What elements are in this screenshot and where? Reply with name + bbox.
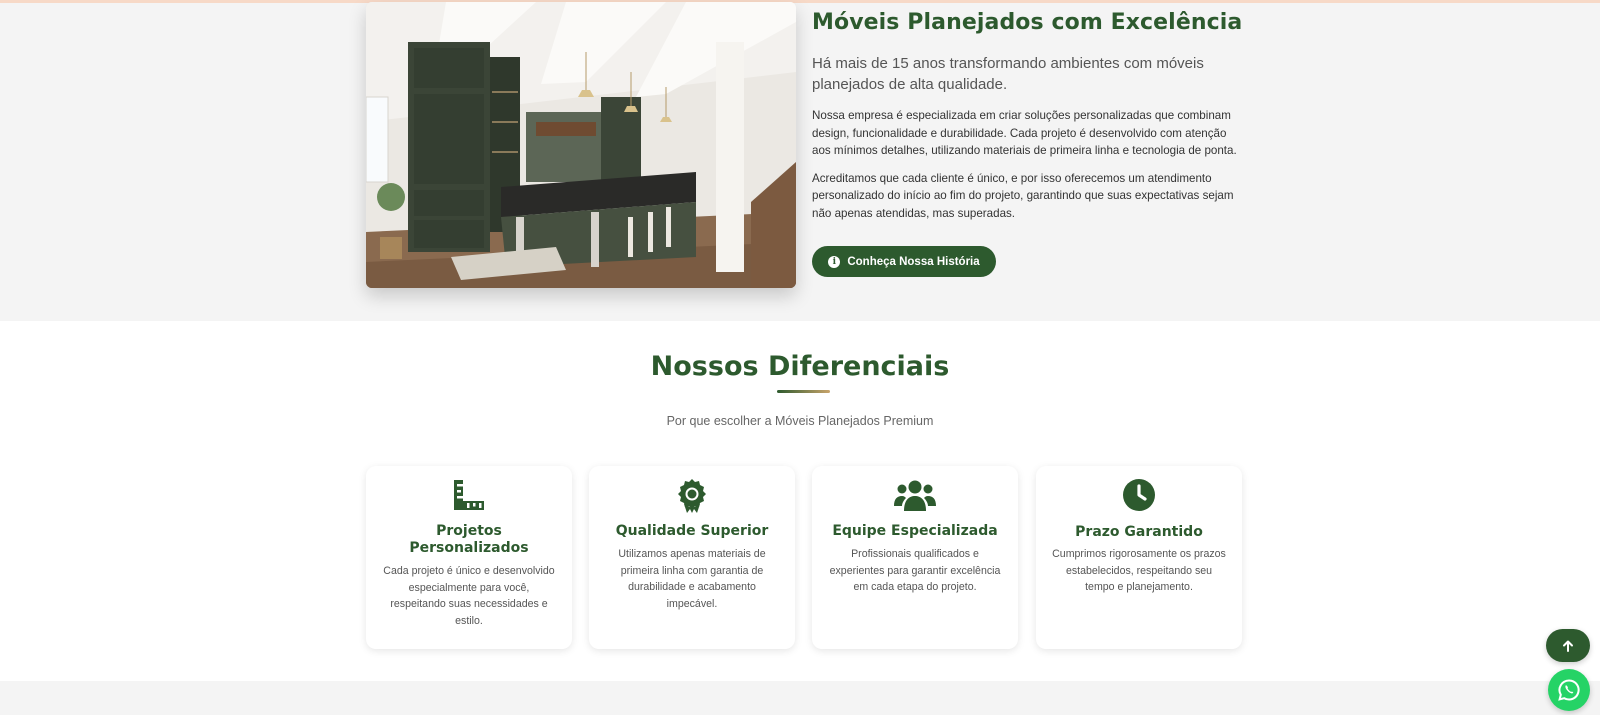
clock-icon <box>1123 479 1155 511</box>
ruler-combined-icon <box>454 480 484 510</box>
history-button[interactable]: i Conheça Nossa História <box>812 246 996 277</box>
history-button-label: Conheça Nossa História <box>847 255 980 268</box>
feature-card-quality: Qualidade Superior Utilizamos apenas mat… <box>589 466 795 649</box>
whatsapp-icon <box>1558 679 1580 701</box>
award-icon <box>678 479 706 513</box>
feature-title: Equipe Especializada <box>832 523 998 539</box>
header-bottom-edge <box>0 0 1600 3</box>
features-section: Nossos Diferenciais Por que escolher a M… <box>0 321 1600 681</box>
about-title: Móveis Planejados com Excelência <box>812 10 1243 35</box>
about-text: Móveis Planejados com Excelência Há mais… <box>812 10 1244 222</box>
about-lead: Há mais de 15 anos transformando ambient… <box>812 55 1204 93</box>
feature-card-deadline: Prazo Garantido Cumprimos rigorosamente … <box>1036 466 1242 649</box>
about-paragraph-1: Nossa empresa é especializada em criar s… <box>812 109 1237 157</box>
arrow-up-icon <box>1563 640 1573 652</box>
features-title: Nossos Diferenciais <box>650 351 950 382</box>
title-underline <box>777 390 830 393</box>
feature-title: Qualidade Superior <box>615 523 769 539</box>
feature-title: Projetos Personalizados <box>409 523 529 556</box>
feature-title: Prazo Garantido <box>1075 524 1203 540</box>
next-section-band <box>0 681 1600 715</box>
features-subtitle: Por que escolher a Móveis Planejados Pre… <box>666 414 934 428</box>
feature-description: Cada projeto é único e desenvolvido espe… <box>383 565 555 627</box>
about-section: Móveis Planejados com Excelência Há mais… <box>0 0 1600 321</box>
feature-card-team: Equipe Especializada Profissionais quali… <box>812 466 1018 649</box>
kitchen-photo <box>366 2 796 288</box>
whatsapp-button[interactable] <box>1548 669 1590 711</box>
feature-description: Utilizamos apenas materiais de primeira … <box>618 548 766 610</box>
users-icon <box>894 480 936 511</box>
feature-card-custom-projects: Projetos Personalizados Cada projeto é ú… <box>366 466 572 649</box>
feature-description: Cumprimos rigorosamente os prazos estabe… <box>1052 548 1226 593</box>
feature-description: Profissionais qualificados e experientes… <box>829 548 1001 593</box>
about-paragraph-2: Acreditamos que cada cliente é único, e … <box>812 171 1234 220</box>
back-to-top-button[interactable] <box>1546 629 1590 662</box>
info-circle-icon: i <box>828 255 841 268</box>
